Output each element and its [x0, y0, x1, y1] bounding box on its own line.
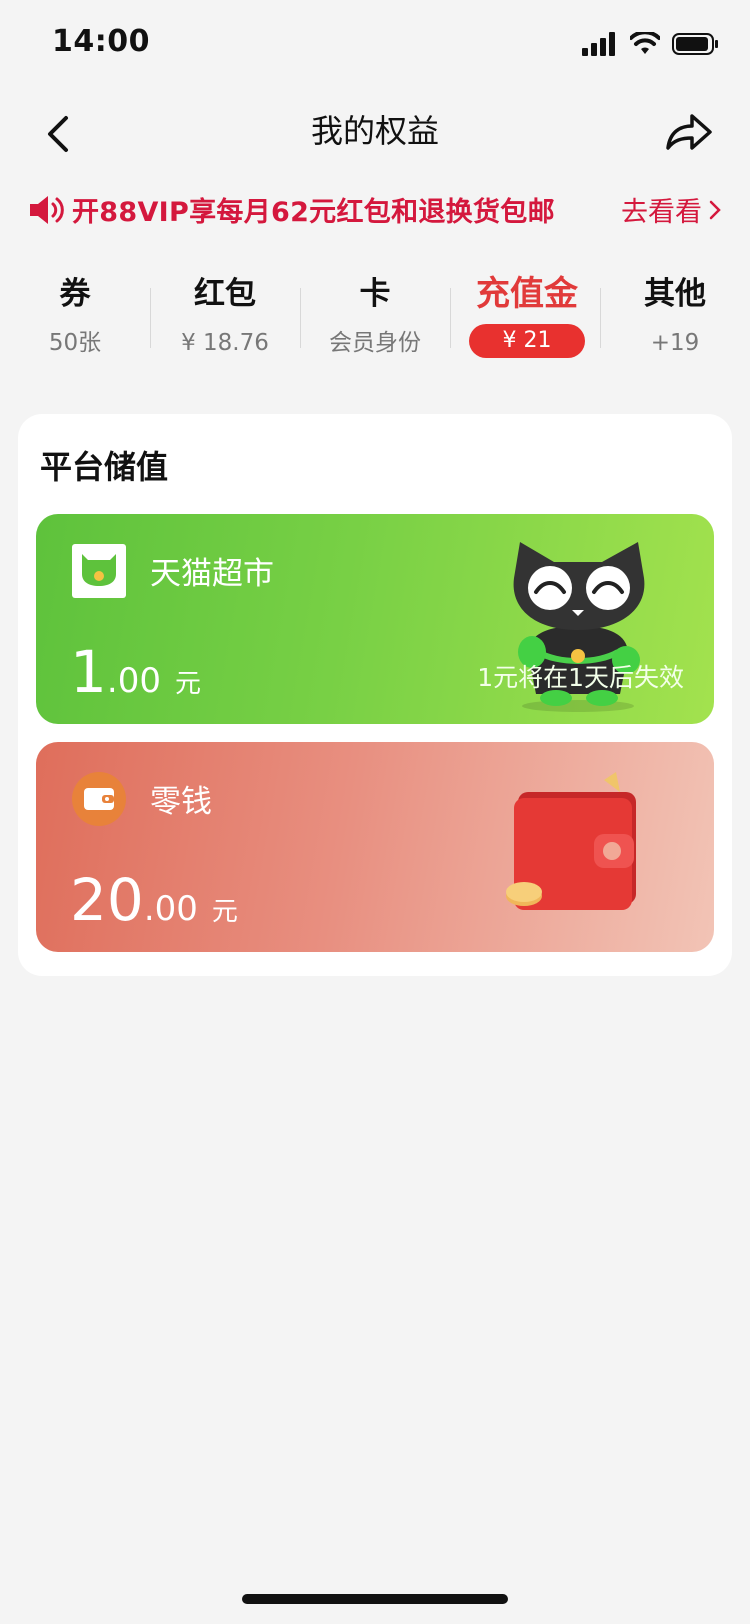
status-bar: 14:00: [0, 0, 750, 90]
amount-decimal: .00: [143, 889, 198, 929]
status-icons: [582, 32, 720, 56]
battery-icon: [672, 33, 718, 55]
tab-label: 卡: [359, 276, 391, 312]
tab-sub: 会员身份: [329, 330, 421, 356]
tmall-supermarket-card[interactable]: 天猫超市 1 .00 元 1元将在1天后失效: [36, 514, 714, 724]
tab-label: 红包: [194, 276, 256, 312]
stored-value-panel: 平台储值 天猫超市 1 .00 元 1元将在1天后失效 零钱 20 .00 元: [18, 414, 732, 976]
amount-integer: 1: [70, 638, 107, 706]
status-time: 14:00: [52, 24, 150, 59]
card-name: 零钱: [150, 784, 212, 820]
tab-label: 其他: [644, 276, 706, 312]
promo-text: 开88VIP享每月62元红包和退换货包邮: [72, 197, 555, 228]
tab-divider: [450, 288, 451, 348]
tab-sub: +19: [650, 330, 700, 356]
amount-decimal: .00: [106, 661, 161, 701]
signal-icon: [582, 32, 615, 56]
amount-unit: 元: [211, 897, 238, 927]
promo-go-link[interactable]: 去看看: [621, 190, 722, 229]
wifi-icon: [630, 32, 660, 54]
tmall-supermarket-icon: [72, 544, 126, 598]
small-change-card[interactable]: 零钱 20 .00 元: [36, 742, 714, 952]
tab-red-packets[interactable]: 红包 ¥ 18.76: [150, 272, 300, 360]
wallet-icon: [72, 772, 126, 826]
tab-label: 券: [59, 276, 91, 312]
card-amount: 20 .00 元: [70, 866, 238, 934]
tab-sub: 50张: [48, 330, 102, 356]
tab-cards[interactable]: 卡 会员身份: [300, 272, 450, 360]
amount-unit: 元: [174, 669, 201, 699]
home-indicator: [242, 1594, 508, 1604]
benefit-tabs: 券 50张 红包 ¥ 18.76 卡 会员身份 充值金 ¥ 21 其他 +19: [0, 272, 750, 382]
card-amount: 1 .00 元: [70, 638, 201, 706]
speaker-icon: [30, 196, 64, 224]
tab-coupons[interactable]: 券 50张: [0, 272, 150, 360]
wallet-illustration-icon: [506, 772, 636, 910]
tab-others[interactable]: 其他 +19: [600, 272, 750, 360]
share-icon[interactable]: [662, 106, 714, 158]
chevron-right-icon: [709, 200, 721, 219]
panel-title: 平台储值: [40, 448, 169, 486]
page-title: 我的权益: [310, 112, 439, 150]
tab-sub: ¥ 18.76: [181, 330, 269, 356]
nav-bar: 我的权益: [0, 90, 750, 190]
card-name: 天猫超市: [150, 556, 274, 592]
amount-integer: 20: [70, 866, 144, 934]
tab-badge: ¥ 21: [468, 324, 586, 358]
promo-banner[interactable]: 开88VIP享每月62元红包和退换货包邮 去看看: [0, 186, 750, 234]
promo-link-label: 去看看: [621, 197, 702, 228]
tab-label: 充值金: [476, 274, 578, 314]
tab-recharge-gold[interactable]: 充值金 ¥ 21: [452, 272, 602, 358]
expiry-note: 1元将在1天后失效: [477, 663, 684, 692]
